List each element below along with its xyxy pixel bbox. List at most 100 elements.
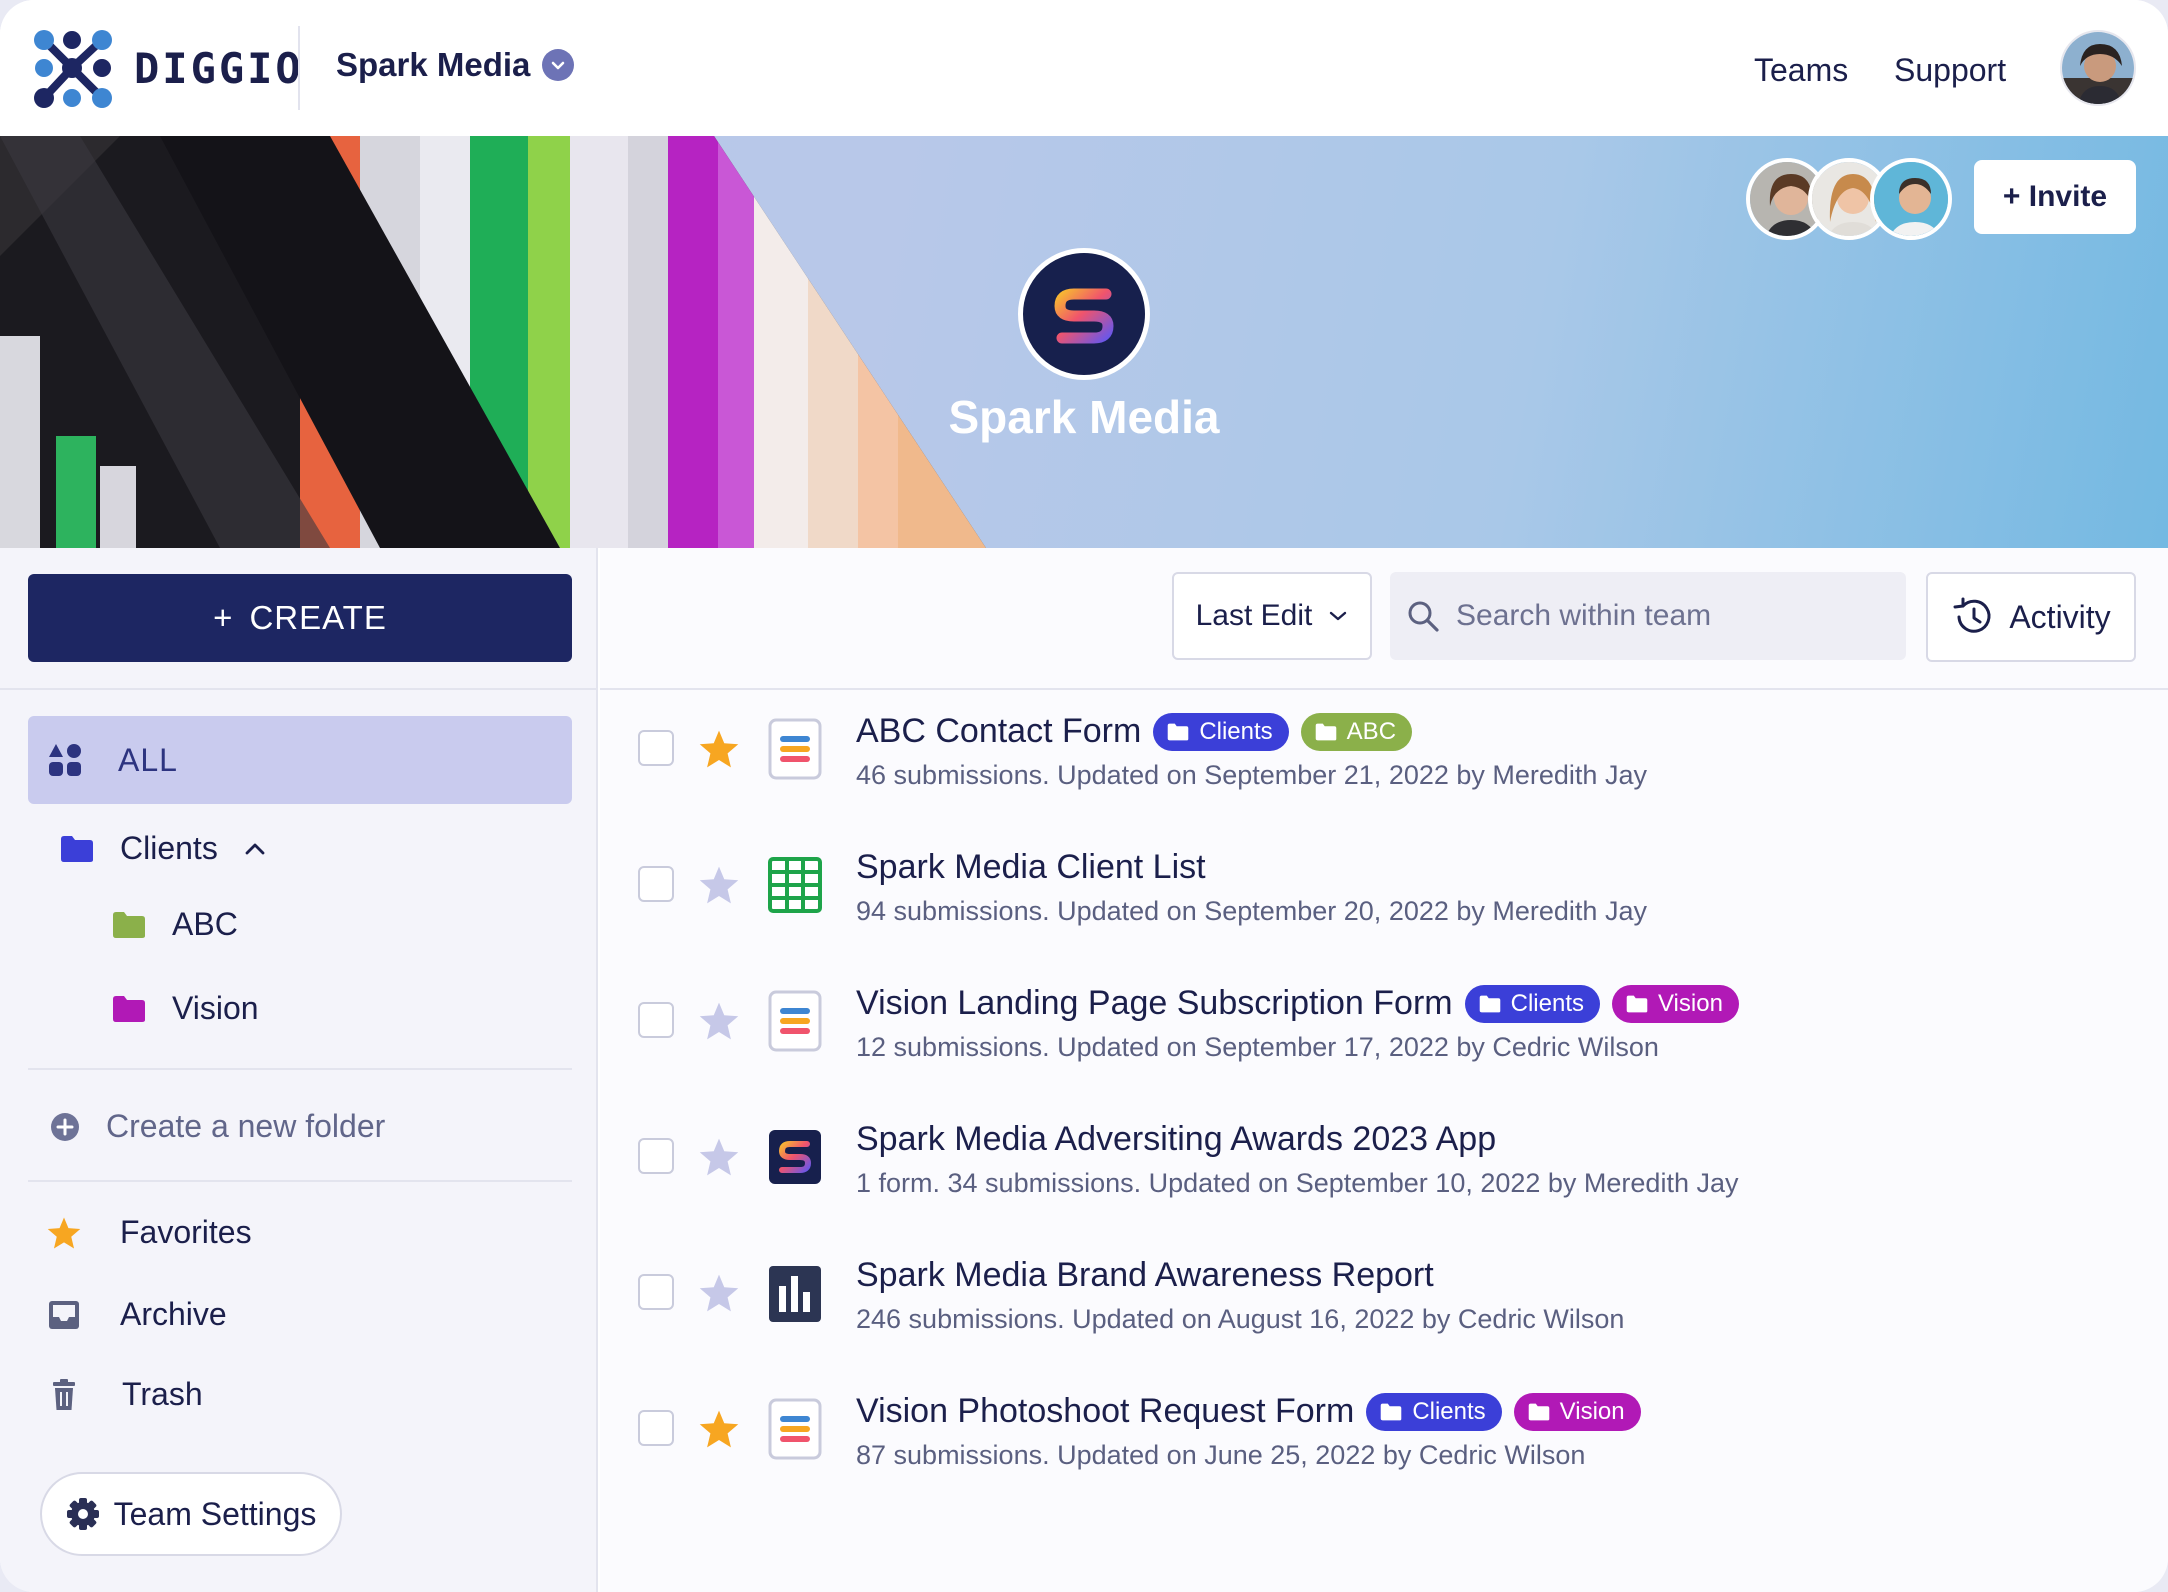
tag-vision[interactable]: Vision <box>1611 984 1739 1023</box>
row-subtitle: 94 submissions. Updated on September 20,… <box>856 896 1647 926</box>
create-folder-link[interactable]: Create a new folder <box>50 1108 385 1145</box>
list-item[interactable]: Spark Media Adversiting Awards 2023 App … <box>600 1098 2168 1234</box>
member-avatar[interactable] <box>1870 158 1952 240</box>
form-icon <box>768 1398 822 1460</box>
row-checkbox[interactable] <box>638 1410 674 1446</box>
sidebar-folder-abc[interactable]: ABC <box>112 906 238 943</box>
tag-vision[interactable]: Vision <box>1513 1392 1641 1431</box>
sidebar-item-archive[interactable]: Archive <box>48 1296 227 1333</box>
archive-inbox-icon <box>49 1300 79 1329</box>
activity-button[interactable]: Activity <box>1926 572 2136 662</box>
folder-icon <box>113 995 145 1022</box>
header-divider <box>298 26 300 110</box>
tag-abc[interactable]: ABC <box>1300 712 1413 751</box>
row-title-line: Spark Media Client List <box>856 848 1206 887</box>
tag-label: Vision <box>1657 989 1723 1017</box>
row-checkbox[interactable] <box>638 1138 674 1174</box>
report-icon <box>769 1266 821 1322</box>
row-title[interactable]: Vision Landing Page Subscription Form <box>856 984 1453 1023</box>
gear-icon <box>66 1498 99 1530</box>
tag-clients[interactable]: Clients <box>1153 712 1289 751</box>
sidebar-item-label: Vision <box>172 990 259 1026</box>
chevron-down-icon <box>1330 611 1347 621</box>
list-item[interactable]: ABC Contact Form Clients ABC 46 submissi… <box>600 690 2168 826</box>
tag-label: Clients <box>1412 1397 1486 1425</box>
sidebar: + CREATE ALL Clients ABC Vision Create a… <box>0 548 598 1592</box>
chevron-down-icon <box>542 49 575 81</box>
list-item[interactable]: Vision Landing Page Subscription Form Cl… <box>600 962 2168 1098</box>
diggio-logo-icon[interactable] <box>30 26 116 112</box>
user-avatar[interactable] <box>2060 30 2136 106</box>
team-banner: + Invite Spark Media <box>0 136 2168 548</box>
star-icon[interactable] <box>698 1408 740 1450</box>
create-folder-label: Create a new folder <box>106 1108 386 1144</box>
invite-button[interactable]: + Invite <box>1974 160 2136 234</box>
create-button[interactable]: + CREATE <box>28 574 572 662</box>
folder-icon <box>1528 1403 1549 1420</box>
sidebar-item-all[interactable]: ALL <box>28 716 572 804</box>
row-subtitle: 46 submissions. Updated on September 21,… <box>856 760 1647 790</box>
search-field[interactable] <box>1390 572 1906 660</box>
team-switcher-label: Spark Media <box>336 46 531 83</box>
folder-icon <box>113 911 145 938</box>
main-content: Last Edit Activity ABC Contact Form <box>600 548 2168 1592</box>
tag-label: Vision <box>1559 1397 1625 1425</box>
row-subtitle: 87 submissions. Updated on June 25, 2022… <box>856 1440 1586 1470</box>
sidebar-folder-clients[interactable]: Clients <box>60 830 266 867</box>
history-clock-icon <box>1953 597 1991 633</box>
folder-icon <box>61 835 93 862</box>
folder-icon <box>1381 1403 1402 1420</box>
team-settings-button[interactable]: Team Settings <box>40 1472 342 1556</box>
spark-media-logo-icon <box>1054 288 1114 344</box>
row-title[interactable]: Vision Photoshoot Request Form <box>856 1392 1354 1431</box>
row-checkbox[interactable] <box>638 730 674 766</box>
row-title[interactable]: Spark Media Adversiting Awards 2023 App <box>856 1120 1496 1159</box>
trash-icon <box>53 1378 75 1410</box>
row-title[interactable]: ABC Contact Form <box>856 712 1141 751</box>
top-bar: DIGGIO Spark Media Teams Support <box>0 0 2168 136</box>
star-outline-icon[interactable] <box>698 864 740 906</box>
star-outline-icon[interactable] <box>698 1000 740 1042</box>
form-icon <box>768 990 822 1052</box>
create-button-label: CREATE <box>249 599 387 636</box>
nav-support[interactable]: Support <box>1894 52 2006 89</box>
row-title[interactable]: Spark Media Client List <box>856 848 1206 887</box>
chevron-up-icon[interactable] <box>244 842 266 856</box>
sidebar-divider <box>0 688 598 690</box>
tag-label: Clients <box>1199 717 1273 745</box>
search-input[interactable] <box>1456 599 1896 633</box>
team-switcher[interactable]: Spark Media <box>336 46 575 84</box>
sidebar-item-label: Archive <box>120 1296 227 1332</box>
team-settings-label: Team Settings <box>113 1495 317 1532</box>
row-checkbox[interactable] <box>638 866 674 902</box>
folder-icon <box>1626 995 1648 1012</box>
row-title[interactable]: Spark Media Brand Awareness Report <box>856 1256 1434 1295</box>
team-title: Spark Media <box>948 391 1220 443</box>
tag-clients[interactable]: Clients <box>1366 1392 1502 1431</box>
list-item[interactable]: Spark Media Client List 94 submissions. … <box>600 826 2168 962</box>
sidebar-folder-vision[interactable]: Vision <box>112 990 259 1027</box>
tag-clients[interactable]: Clients <box>1464 984 1600 1023</box>
list-item[interactable]: Vision Photoshoot Request Form Clients V… <box>600 1370 2168 1506</box>
list-item[interactable]: Spark Media Brand Awareness Report 246 s… <box>600 1234 2168 1370</box>
sort-dropdown[interactable]: Last Edit <box>1172 572 1372 660</box>
plus-circle-icon <box>51 1112 79 1141</box>
app-window: DIGGIO Spark Media Teams Support + Invit… <box>0 0 2168 1592</box>
row-checkbox[interactable] <box>638 1002 674 1038</box>
sidebar-item-trash[interactable]: Trash <box>52 1376 203 1413</box>
star-icon[interactable] <box>698 728 740 770</box>
star-outline-icon[interactable] <box>698 1272 740 1314</box>
sidebar-item-label: Trash <box>122 1376 203 1412</box>
team-members <box>1746 158 1952 240</box>
sidebar-divider <box>28 1180 572 1182</box>
folder-icon <box>1479 995 1500 1012</box>
folder-icon <box>1168 723 1189 740</box>
row-subtitle: 1 form. 34 submissions. Updated on Septe… <box>856 1168 1739 1198</box>
sidebar-item-label: Clients <box>120 830 218 866</box>
row-title-line: Vision Landing Page Subscription Form Cl… <box>856 984 1739 1023</box>
nav-teams[interactable]: Teams <box>1754 52 1848 89</box>
sidebar-item-favorites[interactable]: Favorites <box>46 1214 252 1251</box>
row-title-line: Spark Media Adversiting Awards 2023 App <box>856 1120 1496 1159</box>
row-checkbox[interactable] <box>638 1274 674 1310</box>
star-outline-icon[interactable] <box>698 1136 740 1178</box>
